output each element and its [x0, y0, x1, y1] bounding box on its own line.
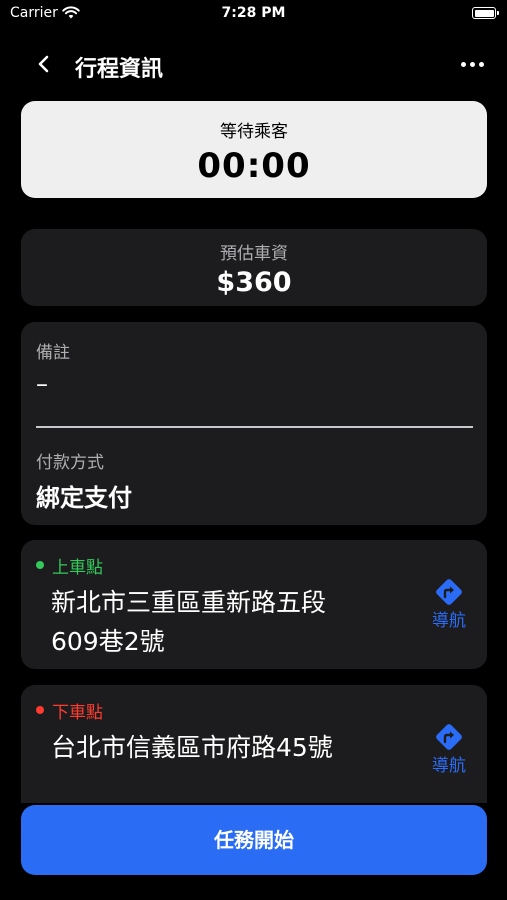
dropoff-label: 下車點 — [52, 703, 103, 723]
pickup-label: 上車點 — [52, 558, 103, 578]
pickup-navigate-label: 導航 — [432, 611, 466, 631]
pickup-card: 上車點 新北市三重區重新路五段 609巷2號 導航 — [21, 540, 487, 669]
pickup-address-line2: 609巷2號 — [51, 627, 165, 656]
divider — [36, 426, 473, 428]
pickup-address-line1: 新北市三重區重新路五段 — [51, 588, 327, 617]
trip-info-card: 備註 – 付款方式 綁定支付 — [21, 322, 487, 525]
note-label: 備註 — [36, 343, 70, 363]
fare-label: 預估車資 — [220, 244, 288, 264]
payment-method-value: 綁定支付 — [36, 484, 132, 512]
waiting-timer-card: 等待乘客 00:00 — [21, 101, 487, 198]
directions-icon — [436, 724, 462, 750]
timer-value: 00:00 — [197, 146, 311, 186]
pickup-address: 新北市三重區重新路五段 609巷2號 — [51, 583, 411, 661]
timer-label: 等待乘客 — [220, 122, 288, 142]
dropoff-status-dot — [36, 706, 44, 714]
dropoff-address: 台北市信義區市府路45號 — [51, 733, 333, 762]
pickup-status-dot — [36, 561, 44, 569]
dropoff-navigate-label: 導航 — [432, 756, 466, 776]
pickup-navigate-button[interactable]: 導航 — [418, 576, 480, 631]
page-title: 行程資訊 — [75, 57, 164, 82]
payment-method-label: 付款方式 — [36, 453, 104, 473]
note-value: – — [36, 370, 48, 398]
nav-bar: 行程資訊 — [0, 40, 507, 88]
back-chevron-icon[interactable] — [30, 50, 58, 78]
fare-value: $360 — [216, 267, 292, 298]
dropoff-card: 下車點 台北市信義區市府路45號 導航 — [21, 685, 487, 803]
start-task-button[interactable]: 任務開始 — [21, 805, 487, 875]
more-icon[interactable] — [456, 50, 490, 78]
status-bar: Carrier 7:28 PM — [0, 0, 507, 28]
directions-icon — [436, 579, 462, 605]
fare-card: 預估車資 $360 — [21, 229, 487, 306]
clock-time: 7:28 PM — [221, 5, 286, 21]
dropoff-navigate-button[interactable]: 導航 — [418, 721, 480, 776]
battery-icon — [472, 7, 499, 19]
